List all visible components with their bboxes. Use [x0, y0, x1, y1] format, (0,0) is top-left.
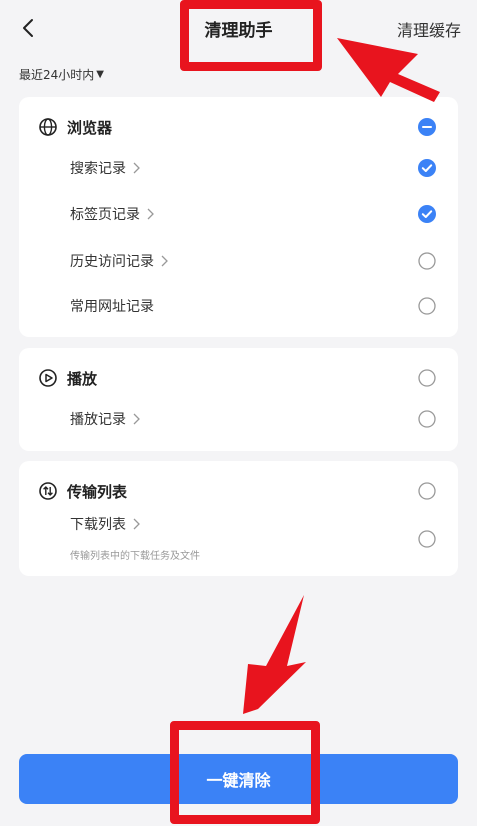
download-list-checkbox[interactable] — [418, 530, 436, 548]
play-card: 播放 播放记录 — [19, 348, 458, 451]
search-history-label: 搜索记录 — [70, 161, 126, 177]
chevron-right-icon — [132, 518, 140, 530]
transfer-group-row[interactable]: 传输列表 — [19, 475, 458, 507]
frequent-sites-checkbox[interactable] — [418, 297, 436, 315]
play-group-title: 播放 — [67, 369, 98, 388]
clear-all-button[interactable]: 一键清除 — [19, 754, 458, 804]
time-range-label: 最近24小时内 — [19, 68, 95, 82]
chevron-right-icon — [146, 208, 154, 220]
chevron-right-icon — [132, 413, 140, 425]
partial-check-icon — [418, 118, 436, 136]
play-group-checkbox[interactable] — [418, 369, 436, 387]
visit-history-label: 历史访问记录 — [70, 254, 154, 270]
transfer-icon — [38, 481, 58, 501]
search-history-row[interactable]: 搜索记录 — [19, 152, 458, 184]
transfer-group-checkbox[interactable] — [418, 482, 436, 500]
unchecked-icon — [418, 530, 436, 548]
unchecked-icon — [418, 297, 436, 315]
transfer-group-title: 传输列表 — [67, 482, 128, 501]
unchecked-icon — [418, 252, 436, 270]
chevron-right-icon — [160, 255, 168, 267]
globe-icon — [38, 117, 58, 137]
transfer-card: 传输列表 下载列表 传输列表中的下载任务及文件 — [19, 461, 458, 576]
search-history-checkbox[interactable] — [418, 159, 436, 177]
frequent-sites-label: 常用网址记录 — [70, 299, 154, 315]
unchecked-icon — [418, 369, 436, 387]
play-group-row[interactable]: 播放 — [19, 362, 458, 394]
browser-group-title: 浏览器 — [67, 118, 113, 137]
visit-history-row[interactable]: 历史访问记录 — [19, 245, 458, 277]
visit-history-checkbox[interactable] — [418, 252, 436, 270]
tab-history-label: 标签页记录 — [70, 207, 140, 223]
browser-group-checkbox[interactable] — [418, 118, 436, 136]
clear-cache-button[interactable]: 清理缓存 — [397, 17, 461, 41]
play-circle-icon — [38, 368, 58, 388]
unchecked-icon — [418, 482, 436, 500]
browser-card: 浏览器 搜索记录 标签页记录 历史访问记录 常用网址记录 — [19, 97, 458, 337]
play-history-label: 播放记录 — [70, 412, 126, 428]
play-history-row[interactable]: 播放记录 — [19, 403, 458, 435]
download-list-label: 下载列表 — [70, 517, 126, 533]
time-range-dropdown[interactable]: 最近24小时内 ▼ — [19, 66, 104, 83]
download-list-description: 传输列表中的下载任务及文件 — [70, 551, 200, 562]
browser-group-row[interactable]: 浏览器 — [19, 111, 458, 143]
unchecked-icon — [418, 410, 436, 428]
tab-history-checkbox[interactable] — [418, 205, 436, 223]
top-bar: 清理助手 清理缓存 — [0, 0, 477, 60]
caret-down-icon: ▼ — [96, 69, 104, 80]
tab-history-row[interactable]: 标签页记录 — [19, 198, 458, 230]
annotation-arrow-down — [243, 595, 306, 714]
play-history-checkbox[interactable] — [418, 410, 436, 428]
checked-icon — [418, 159, 436, 177]
download-list-row[interactable]: 下载列表 — [19, 517, 458, 550]
chevron-right-icon — [132, 162, 140, 174]
checked-icon — [418, 205, 436, 223]
frequent-sites-row[interactable]: 常用网址记录 — [19, 290, 458, 322]
